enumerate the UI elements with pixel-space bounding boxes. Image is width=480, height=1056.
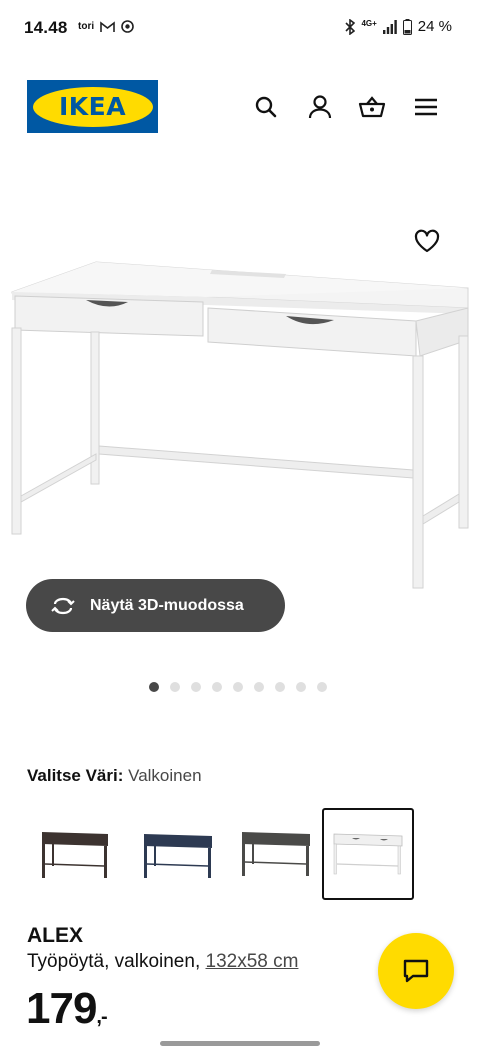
network-type: 4G+ [361,19,377,28]
chat-button[interactable] [378,933,454,1009]
status-time: 14.48 [24,18,68,37]
carousel-dot[interactable] [317,682,327,692]
signal-icon [382,19,397,34]
color-swatches [24,808,424,902]
menu-icon[interactable] [411,92,441,122]
carousel-dot[interactable] [212,682,222,692]
battery-percent: 24 % [417,18,452,35]
basket-icon[interactable] [357,92,387,122]
swatch-blue[interactable] [130,808,222,900]
status-right: 4G+ 24 % [345,18,452,35]
color-label-value: Valkoinen [128,766,202,785]
search-icon[interactable] [251,92,281,122]
status-left-icons: tori [78,20,134,33]
ikea-logo[interactable]: IKEA [27,80,158,133]
rotate-3d-icon [51,597,75,614]
favorite-icon[interactable] [410,224,444,258]
carousel-dot[interactable] [170,682,180,692]
swatch-grey[interactable] [228,808,320,900]
battery-icon [402,18,412,35]
home-indicator[interactable] [160,1041,320,1046]
carousel-dot[interactable] [275,682,285,692]
gmail-icon [100,20,115,32]
view-3d-button[interactable]: Näytä 3D-muodossa [26,579,285,632]
color-label-key: Valitse Väri: [27,766,124,785]
product-description: Työpöytä, valkoinen, 132x58 cm [27,951,298,973]
product-desc-text: Työpöytä, valkoinen, [27,951,201,972]
swatch-black-brown[interactable] [24,808,116,900]
swatch-white[interactable] [322,808,414,900]
carousel-dots [149,682,327,692]
carousel-dot[interactable] [296,682,306,692]
price-suffix: ,- [96,1006,107,1028]
tori-icon: tori [78,21,95,32]
product-image[interactable] [0,220,480,600]
carousel-dot[interactable] [254,682,264,692]
header: IKEA [0,72,480,142]
color-label: Valitse Väri: Valkoinen [27,766,202,786]
carousel-dot[interactable] [191,682,201,692]
status-bar: 14.48 tori 4G+ 24 % [0,0,480,58]
product-name: ALEX [27,924,84,947]
carousel-dot[interactable] [149,682,159,692]
carousel-dot[interactable] [233,682,243,692]
logo-oval: IKEA [32,86,153,127]
bluetooth-icon [345,18,356,35]
product-price: 179,- [26,984,108,1034]
logo-text: IKEA [58,92,127,121]
chrome-icon [121,20,134,33]
view-3d-label: Näytä 3D-muodossa [90,596,244,614]
chat-icon [403,959,429,983]
account-icon[interactable] [305,92,335,122]
price-value: 179 [26,984,97,1033]
product-dimensions-link[interactable]: 132x58 cm [206,951,299,972]
